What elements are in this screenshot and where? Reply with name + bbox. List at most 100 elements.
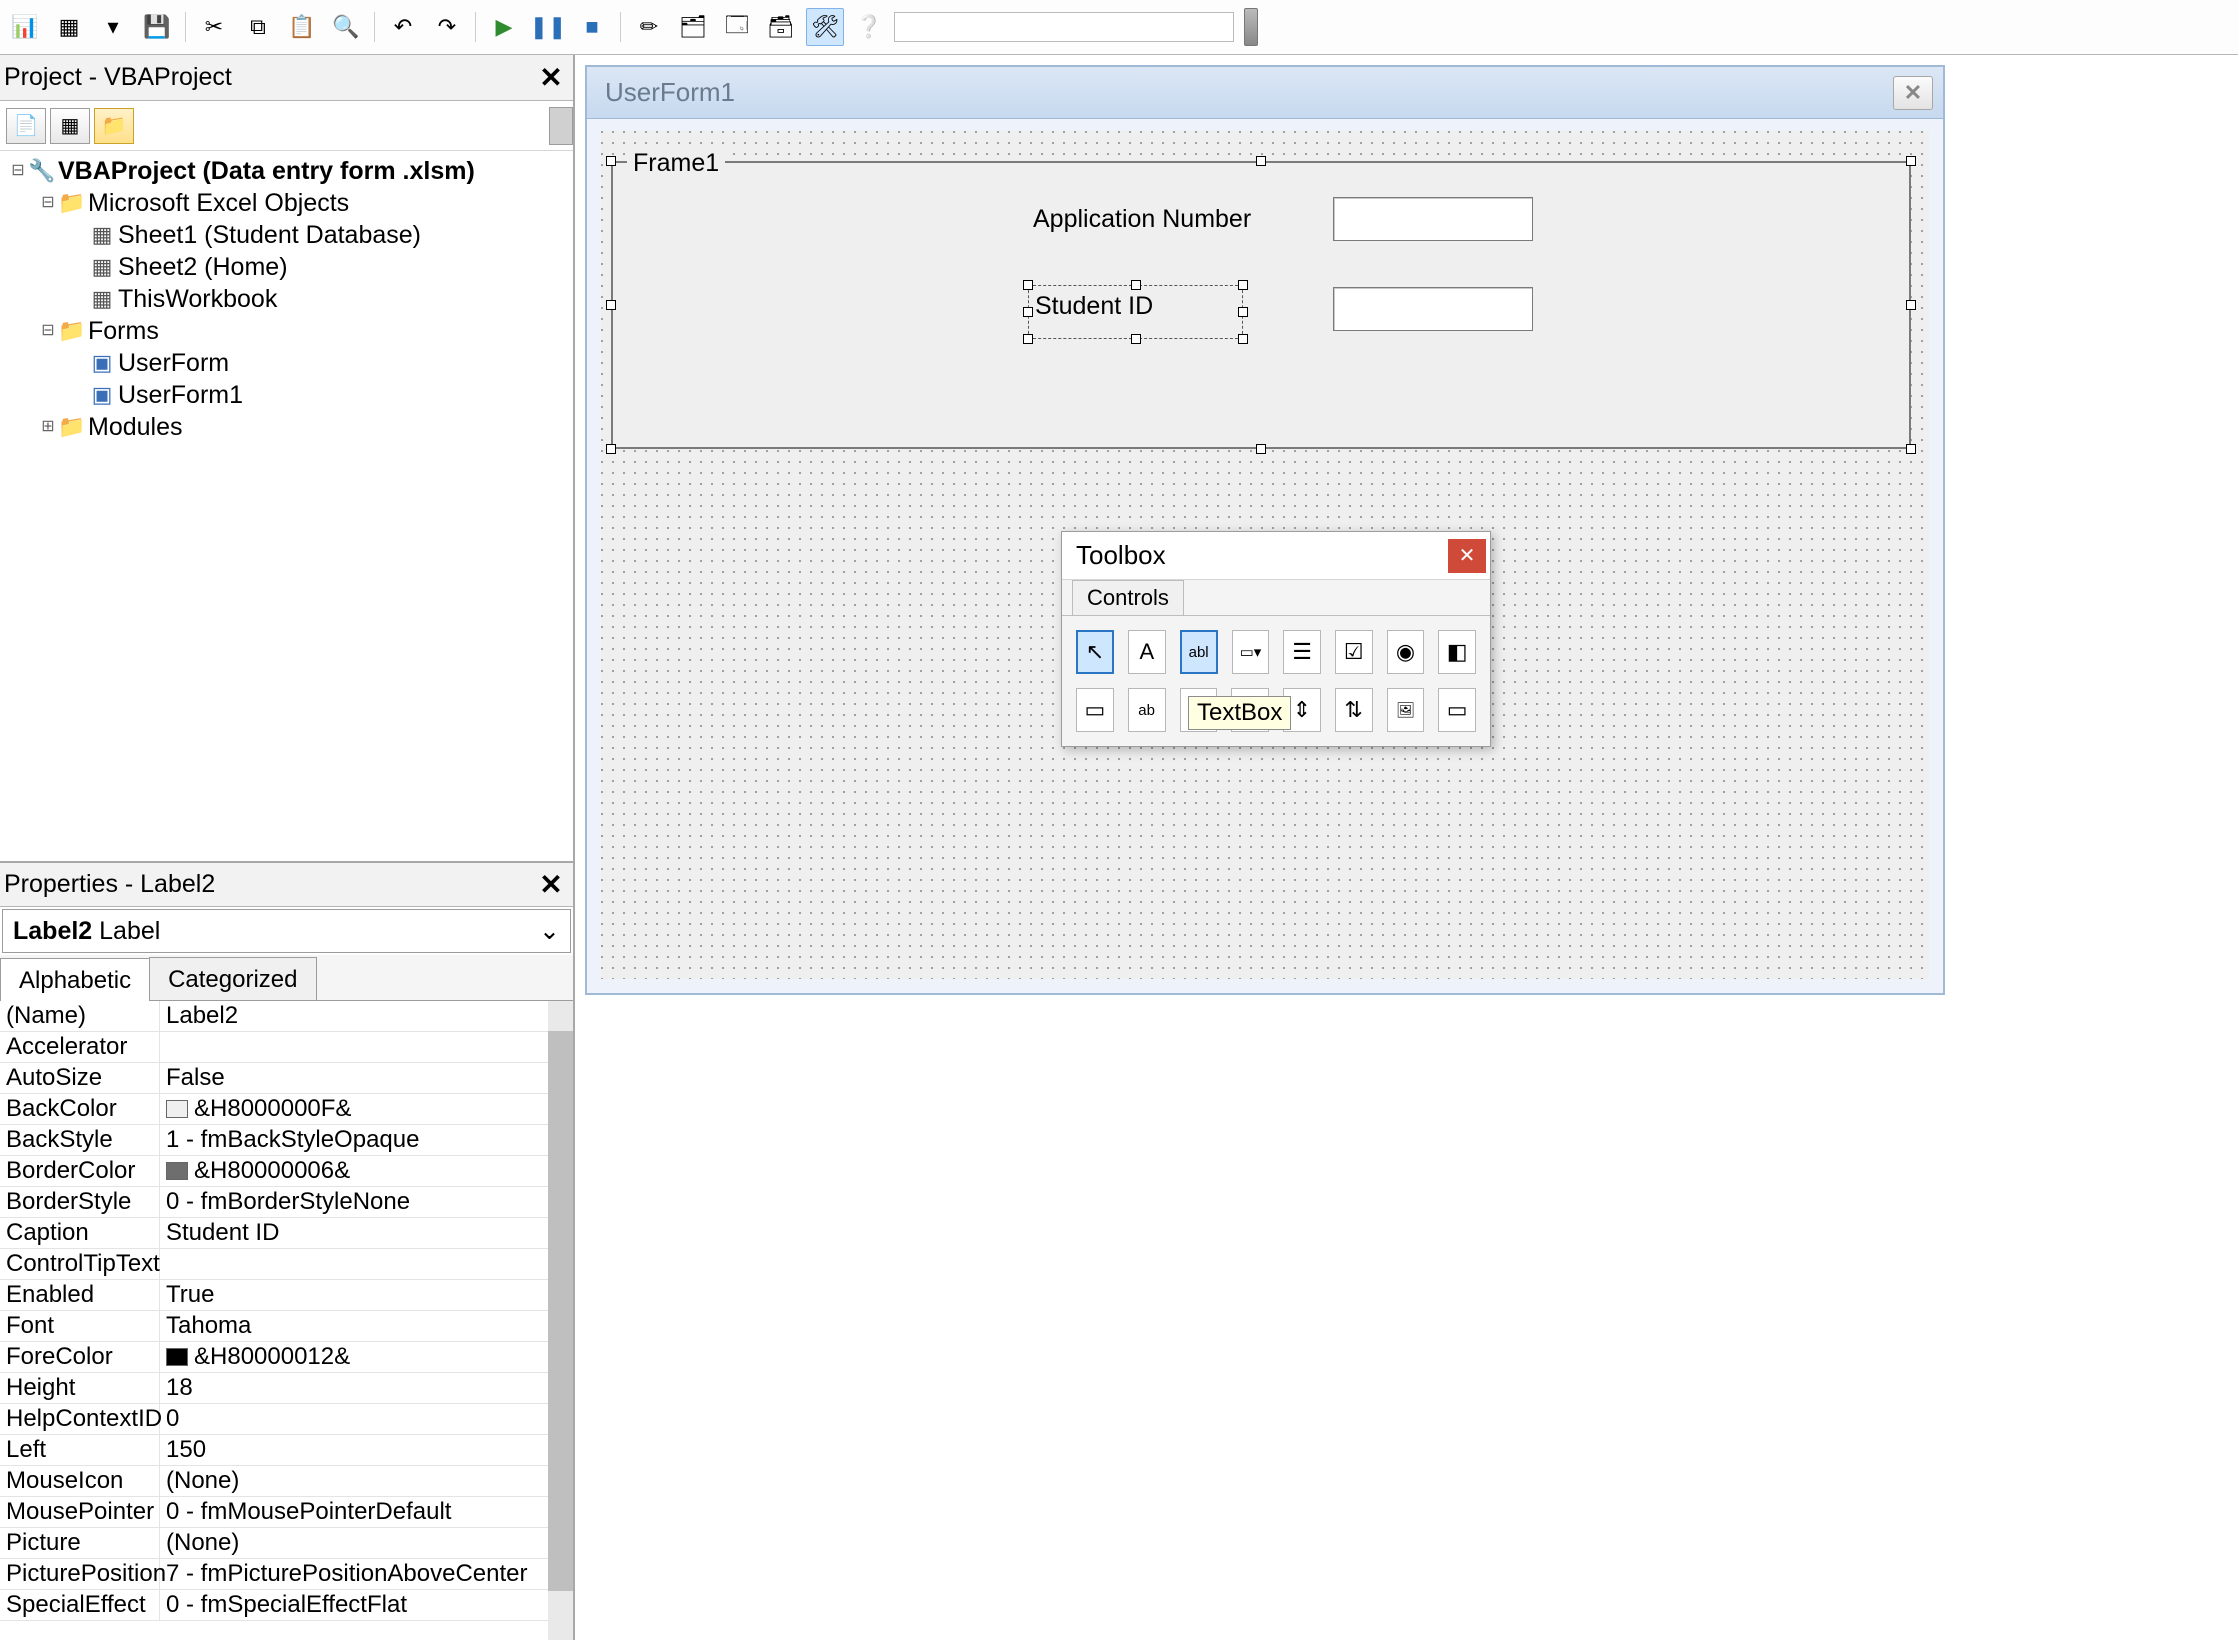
property-value[interactable]: 0 [160, 1405, 573, 1433]
selection-handle-icon[interactable] [1906, 300, 1916, 310]
help-icon[interactable]: ❔ [850, 8, 888, 46]
tree-node[interactable]: ⊟🔧VBAProject (Data entry form .xlsm) [2, 155, 571, 187]
selection-handle-icon[interactable] [1023, 334, 1033, 344]
tree-node[interactable]: ⊟📁Microsoft Excel Objects [2, 187, 571, 219]
toggle-folders-icon[interactable]: 📁 [94, 108, 134, 144]
view-object-icon[interactable]: ▦ [50, 108, 90, 144]
property-row[interactable]: ForeColor&H80000012& [0, 1342, 573, 1373]
selection-handle-icon[interactable] [1131, 280, 1141, 290]
paste-icon[interactable]: 📋 [283, 8, 321, 46]
property-value[interactable]: 0 - fmBorderStyleNone [160, 1188, 573, 1216]
tree-node[interactable]: ▣UserForm [2, 347, 571, 379]
excel-icon[interactable]: 📊 [6, 8, 44, 46]
tree-twisty-icon[interactable]: ⊟ [8, 155, 28, 187]
property-row[interactable]: Picture(None) [0, 1528, 573, 1559]
break-icon[interactable]: ❚❚ [529, 8, 567, 46]
optionbutton-tool-icon[interactable]: ◉ [1387, 630, 1425, 674]
dropdown-icon[interactable]: ▾ [94, 8, 132, 46]
scrollbar-thumb[interactable] [548, 1031, 573, 1591]
selection-handle-icon[interactable] [606, 444, 616, 454]
togglebutton-tool-icon[interactable]: ◧ [1438, 630, 1476, 674]
properties-grid[interactable]: (Name)Label2AcceleratorAutoSizeFalseBack… [0, 1001, 573, 1640]
design-mode-icon[interactable]: ✏ [630, 8, 668, 46]
label-tool-icon[interactable]: A [1128, 630, 1166, 674]
property-row[interactable]: HelpContextID0 [0, 1404, 573, 1435]
run-icon[interactable]: ▶ [485, 8, 523, 46]
selection-handle-icon[interactable] [1256, 444, 1266, 454]
tree-twisty-icon[interactable]: ⊟ [38, 187, 58, 219]
project-explorer-scroll-icon[interactable] [549, 107, 573, 145]
listbox-tool-icon[interactable]: ☰ [1283, 630, 1321, 674]
property-value[interactable]: &H8000000F& [160, 1095, 573, 1123]
redo-icon[interactable]: ↷ [428, 8, 466, 46]
project-explorer-icon[interactable]: 🗂 [674, 8, 712, 46]
cut-icon[interactable]: ✂ [195, 8, 233, 46]
properties-window-icon[interactable]: 🗔 [718, 8, 756, 46]
combobox-tool-icon[interactable]: ▭▾ [1232, 630, 1270, 674]
property-value[interactable]: (None) [160, 1529, 573, 1557]
copy-icon[interactable]: ⧉ [239, 8, 277, 46]
frame-control[interactable]: Frame1 Application Number Student ID [611, 161, 1911, 449]
toolbox-close-icon[interactable]: ✕ [1448, 539, 1486, 573]
save-icon[interactable]: 💾 [138, 8, 176, 46]
label-student-id[interactable]: Student ID [1028, 285, 1243, 339]
selection-handle-icon[interactable] [1023, 280, 1033, 290]
checkbox-tool-icon[interactable]: ☑ [1335, 630, 1373, 674]
property-row[interactable]: CaptionStudent ID [0, 1218, 573, 1249]
select-objects-icon[interactable]: ↖ [1076, 630, 1114, 674]
selection-handle-icon[interactable] [1023, 307, 1033, 317]
property-row[interactable]: (Name)Label2 [0, 1001, 573, 1032]
property-value[interactable]: Tahoma [160, 1312, 573, 1340]
commandbutton-tool-icon[interactable]: ab [1128, 688, 1166, 732]
property-row[interactable]: Accelerator [0, 1032, 573, 1063]
property-value[interactable]: Student ID [160, 1219, 573, 1247]
toolbar-slider-icon[interactable] [1244, 8, 1258, 46]
toolbox-tab-controls[interactable]: Controls [1072, 580, 1184, 615]
properties-close-icon[interactable]: ✕ [535, 869, 567, 901]
userform-titlebar[interactable]: UserForm1 ✕ [587, 67, 1943, 119]
property-value[interactable]: True [160, 1281, 573, 1309]
selection-handle-icon[interactable] [606, 300, 616, 310]
textbox-student-id[interactable] [1333, 287, 1533, 331]
selection-handle-icon[interactable] [1238, 307, 1248, 317]
property-row[interactable]: Height18 [0, 1373, 573, 1404]
selection-handle-icon[interactable] [1256, 156, 1266, 166]
property-row[interactable]: AutoSizeFalse [0, 1063, 573, 1094]
selection-handle-icon[interactable] [1131, 334, 1141, 344]
find-icon[interactable]: 🔍 [327, 8, 365, 46]
toolbox-icon[interactable]: 🛠 [806, 8, 844, 46]
label-application-number[interactable]: Application Number [1033, 205, 1251, 234]
selection-handle-icon[interactable] [1906, 156, 1916, 166]
properties-tab-categorized[interactable]: Categorized [149, 957, 316, 1000]
menu-icon[interactable]: ▦ [50, 8, 88, 46]
tree-twisty-icon[interactable]: ⊞ [38, 411, 58, 443]
selection-handle-icon[interactable] [1238, 280, 1248, 290]
tree-node[interactable]: ▦Sheet2 (Home) [2, 251, 571, 283]
selection-handle-icon[interactable] [1906, 444, 1916, 454]
tree-node[interactable]: ▣UserForm1 [2, 379, 571, 411]
property-value[interactable]: 0 - fmSpecialEffectFlat [160, 1591, 573, 1619]
image-tool-icon[interactable]: 🖼 [1387, 688, 1425, 732]
textbox-tool-icon[interactable]: abl [1180, 630, 1218, 674]
tree-node[interactable]: ▦Sheet1 (Student Database) [2, 219, 571, 251]
property-value[interactable]: 0 - fmMousePointerDefault [160, 1498, 573, 1526]
toolbox-titlebar[interactable]: Toolbox ✕ [1062, 532, 1490, 580]
spinbutton-tool-icon[interactable]: ⇅ [1335, 688, 1373, 732]
selection-handle-icon[interactable] [606, 156, 616, 166]
textbox-application-number[interactable] [1333, 197, 1533, 241]
undo-icon[interactable]: ↶ [384, 8, 422, 46]
property-row[interactable]: PicturePosition7 - fmPicturePositionAbov… [0, 1559, 573, 1590]
view-code-icon[interactable]: 📄 [6, 108, 46, 144]
property-value[interactable]: 1 - fmBackStyleOpaque [160, 1126, 573, 1154]
toolbox-window[interactable]: Toolbox ✕ Controls ↖Aabl▭▾☰☑◉◧ ▭ab⊞⇕⇅🖼▭T… [1061, 531, 1491, 747]
property-row[interactable]: BorderStyle0 - fmBorderStyleNone [0, 1187, 573, 1218]
tree-node[interactable]: ▦ThisWorkbook [2, 283, 571, 315]
toolbar-combo[interactable] [894, 12, 1234, 42]
property-value[interactable]: (None) [160, 1467, 573, 1495]
property-row[interactable]: BorderColor&H80000006& [0, 1156, 573, 1187]
design-surface[interactable]: Frame1 Application Number Student ID Too… [601, 131, 1929, 979]
tree-node[interactable]: ⊞📁Modules [2, 411, 571, 443]
property-row[interactable]: Left150 [0, 1435, 573, 1466]
property-row[interactable]: MouseIcon(None) [0, 1466, 573, 1497]
userform-close-icon[interactable]: ✕ [1893, 76, 1933, 110]
